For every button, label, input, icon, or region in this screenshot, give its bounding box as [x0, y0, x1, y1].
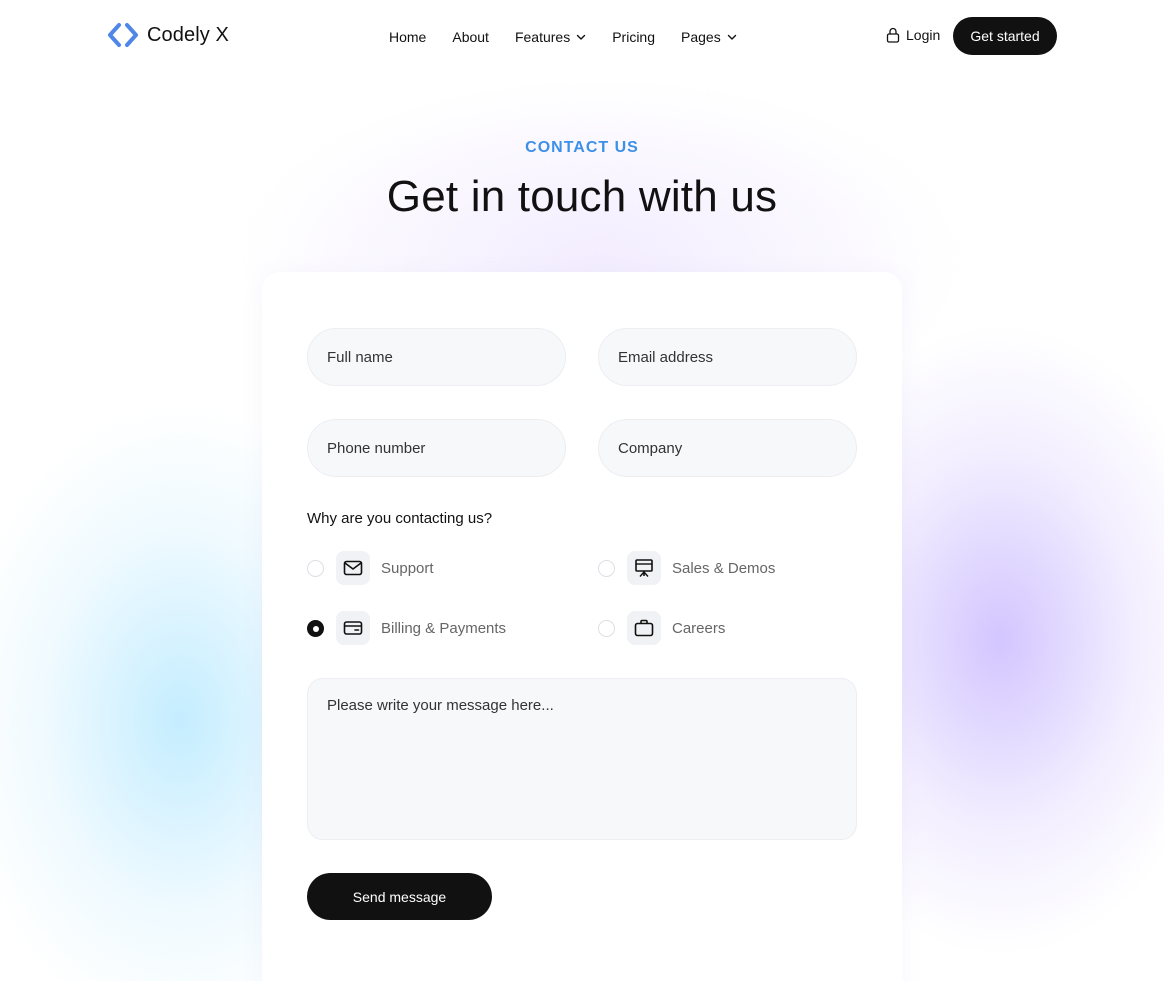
option-label: Billing & Payments — [381, 619, 507, 637]
nav-item-label: Home — [389, 29, 427, 45]
phone-field[interactable] — [307, 419, 566, 477]
nav-item-label: Pages — [681, 29, 721, 45]
option-label: Careers — [672, 619, 726, 637]
nav-item-label: Features — [514, 29, 571, 45]
reason-option-support[interactable]: Support — [307, 551, 434, 585]
contact-reason-label: Why are you contacting us? — [307, 510, 493, 527]
radio-button[interactable] — [598, 559, 615, 577]
radio-button[interactable] — [307, 559, 324, 577]
nav-item-features[interactable]: Features — [515, 29, 586, 45]
main-nav: Home About Features Pricing Pages — [389, 29, 737, 45]
nav-item-home[interactable]: Home — [389, 29, 426, 45]
lock-icon — [886, 27, 900, 43]
get-started-button[interactable]: Get started — [953, 17, 1057, 55]
briefcase-icon — [627, 611, 661, 645]
login-label: Login — [906, 27, 941, 43]
chevron-down-icon — [727, 34, 736, 40]
page-title: Get in touch with us — [386, 172, 778, 221]
login-link[interactable]: Login — [886, 27, 940, 43]
nav-item-label: Pricing — [612, 29, 655, 45]
presentation-icon — [627, 551, 661, 585]
radio-button-selected[interactable] — [307, 619, 324, 637]
message-textarea[interactable] — [307, 678, 857, 840]
send-message-button[interactable]: Send message — [307, 873, 492, 920]
site-header: Codely X Home About Features Pricing Pag… — [0, 0, 1164, 75]
company-field[interactable] — [598, 419, 857, 477]
nav-item-label: About — [452, 29, 489, 45]
option-label: Sales & Demos — [672, 559, 776, 577]
option-label: Support — [381, 559, 434, 577]
brand-logo[interactable]: Codely X — [107, 22, 229, 48]
contact-form-card: Why are you contacting us? Support Sales… — [262, 272, 902, 981]
reason-option-billing[interactable]: Billing & Payments — [307, 611, 506, 645]
nav-item-pricing[interactable]: Pricing — [612, 29, 655, 45]
email-field[interactable] — [598, 328, 857, 386]
brand-name: Codely X — [147, 23, 229, 46]
mail-icon — [336, 551, 370, 585]
chevron-down-icon — [577, 34, 586, 40]
nav-item-pages[interactable]: Pages — [681, 29, 737, 45]
radio-button[interactable] — [598, 619, 615, 637]
credit-card-icon — [336, 611, 370, 645]
section-eyebrow: CONTACT US — [525, 139, 639, 156]
nav-item-about[interactable]: About — [452, 29, 489, 45]
reason-option-careers[interactable]: Careers — [598, 611, 725, 645]
reason-option-sales[interactable]: Sales & Demos — [598, 551, 775, 585]
code-brackets-icon — [108, 23, 138, 47]
full-name-field[interactable] — [307, 328, 566, 386]
